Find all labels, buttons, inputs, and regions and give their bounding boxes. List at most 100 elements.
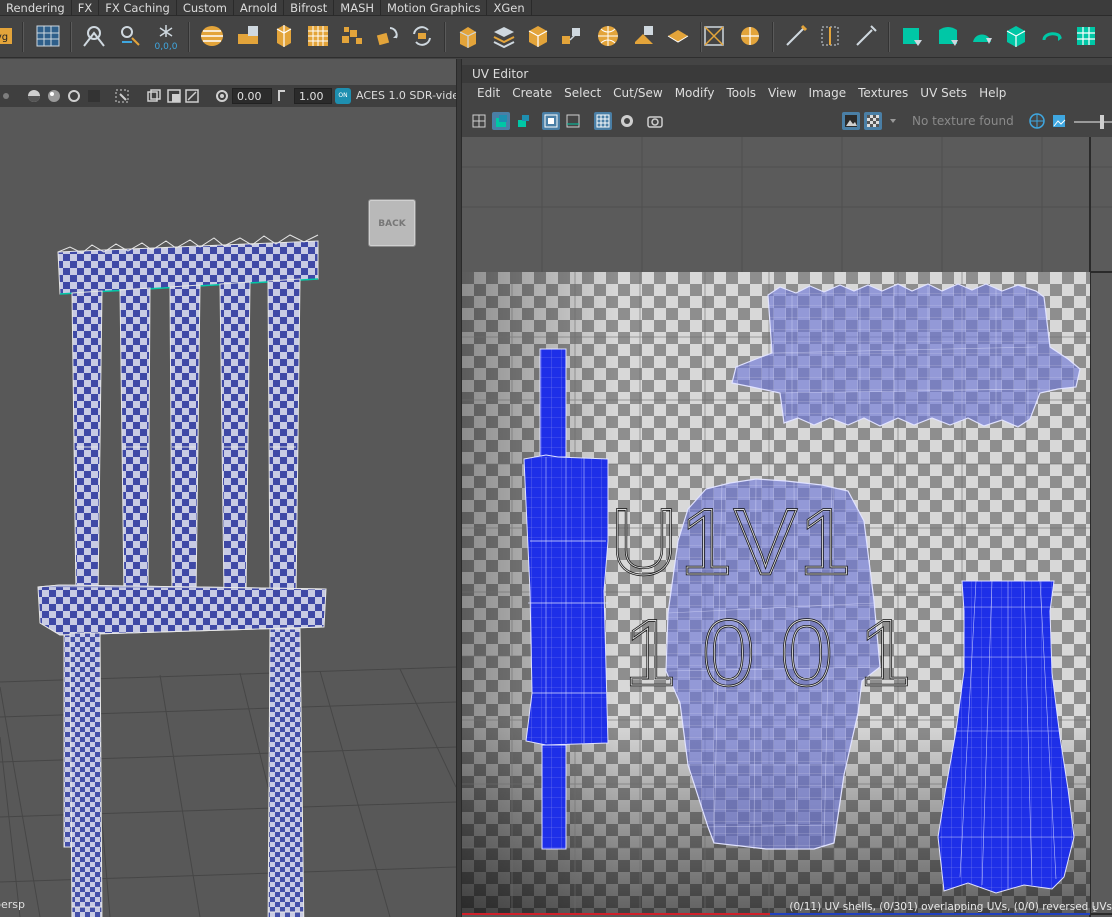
camera-icon[interactable]: [646, 112, 664, 130]
shelf-partial-icon[interactable]: vg: [0, 20, 18, 52]
menu-help[interactable]: Help: [973, 83, 1012, 103]
shelf-tab-custom[interactable]: Custom: [177, 0, 234, 16]
texture-borders-icon[interactable]: [542, 112, 560, 130]
xray-joints-icon[interactable]: [166, 88, 182, 104]
reset-transform-icon[interactable]: 0,0,0: [150, 20, 182, 52]
xray-icon[interactable]: [146, 88, 162, 104]
shelf-tab-bifrost[interactable]: Bifrost: [284, 0, 335, 16]
shaded-uvs-icon[interactable]: [492, 112, 510, 130]
snapshot-icon[interactable]: [564, 112, 582, 130]
slider-handle[interactable]: [1100, 115, 1104, 129]
menu-textures[interactable]: Textures: [852, 83, 914, 103]
checker-map-icon[interactable]: [594, 112, 612, 130]
camera-label: persp: [0, 898, 25, 911]
color-space-label[interactable]: ACES 1.0 SDR-video: [356, 88, 456, 104]
pixel-snap-icon[interactable]: [618, 112, 636, 130]
select-shortest-edge-icon[interactable]: [966, 20, 998, 52]
select-shell-icon[interactable]: [896, 20, 928, 52]
shelf-divider: [444, 22, 446, 52]
uv-editor-menubar: Edit Create Select Cut/Sew Modify Tools …: [462, 83, 1112, 103]
uv-snapshot-icon[interactable]: [698, 20, 730, 52]
uv-shell-top-rail[interactable]: [731, 283, 1081, 428]
shelf-divider: [188, 22, 190, 52]
seam-tool-icon[interactable]: [814, 20, 846, 52]
menu-create[interactable]: Create: [506, 83, 558, 103]
uv-grid-view[interactable]: U1V1 U1V1 1001 1001 1: [462, 137, 1112, 917]
cut-tool-icon[interactable]: [780, 20, 812, 52]
xray-active-icon[interactable]: [184, 88, 200, 104]
perspective-viewport[interactable]: 0.00 1.00 ON ACES 1.0 SDR-video BACK: [0, 59, 456, 917]
shadows-icon[interactable]: [86, 88, 102, 104]
viewport-toolbar: 0.00 1.00 ON ACES 1.0 SDR-video: [0, 85, 456, 107]
menu-tools[interactable]: Tools: [720, 83, 762, 103]
svg-text:0,0,0: 0,0,0: [155, 42, 178, 50]
sew-tool-icon[interactable]: [850, 20, 882, 52]
lights-icon[interactable]: [66, 88, 82, 104]
back-view-button[interactable]: BACK: [368, 199, 416, 247]
display-image-icon[interactable]: [842, 112, 860, 130]
sphere-map-icon[interactable]: [592, 20, 624, 52]
uv-editor-toolbar: No texture found: [462, 109, 1112, 133]
brightness-slider[interactable]: [1074, 115, 1112, 129]
layout-uvs-icon[interactable]: [336, 20, 368, 52]
shelf-overflow-icon[interactable]: [1100, 20, 1112, 52]
menu-modify[interactable]: Modify: [669, 83, 721, 103]
chevron-down-icon[interactable]: [888, 112, 898, 130]
loop-select-icon[interactable]: [1036, 20, 1068, 52]
isolate-select-icon[interactable]: [114, 88, 130, 104]
menu-image[interactable]: Image: [803, 83, 853, 103]
shelf-tab-motion-graphics[interactable]: Motion Graphics: [381, 0, 488, 16]
shelf-divider: [70, 22, 72, 52]
box-icon[interactable]: [522, 20, 554, 52]
svg-text:vg: vg: [0, 32, 8, 43]
checkerboard-icon[interactable]: [864, 112, 882, 130]
arrange-shells-icon[interactable]: [556, 20, 588, 52]
checker-select-icon[interactable]: [1070, 20, 1102, 52]
menu-uv-sets[interactable]: UV Sets: [914, 83, 973, 103]
uv-canvas[interactable]: U1V1 U1V1 1001 1001 1 (0/11) UV shells, …: [462, 137, 1112, 917]
shelf-tab-mash[interactable]: MASH: [334, 0, 382, 16]
image-brightness-icon[interactable]: [1050, 112, 1068, 130]
uv-editor-panel: UV Editor Edit Create Select Cut/Sew Mod…: [462, 59, 1112, 917]
uv-status-bar: (0/11) UV shells, (0/301) overlapping UV…: [789, 901, 1112, 913]
smooth-shade-icon[interactable]: [26, 88, 42, 104]
unfold-uvs-icon[interactable]: [406, 20, 438, 52]
distortion-icon[interactable]: [514, 112, 532, 130]
shelf-icon-row: vg 0,0,0: [0, 16, 1112, 58]
globe-settings-icon[interactable]: [1028, 112, 1046, 130]
menu-select[interactable]: Select: [558, 83, 607, 103]
flatten-shell-icon[interactable]: [662, 20, 694, 52]
rotate-uvs-icon[interactable]: [372, 20, 404, 52]
gamma-icon[interactable]: [276, 88, 292, 104]
select-border-icon[interactable]: [932, 20, 964, 52]
freeze-transform-icon[interactable]: [114, 20, 146, 52]
shelf-tab-rendering[interactable]: Rendering: [0, 0, 72, 16]
gamma-field[interactable]: 1.00: [294, 88, 332, 104]
cylindrical-map-icon[interactable]: [268, 20, 300, 52]
shelf-divider: [772, 22, 774, 52]
cube-shell-icon[interactable]: [452, 20, 484, 52]
exposure-icon[interactable]: [214, 88, 230, 104]
polygon-sphere-icon[interactable]: [196, 20, 228, 52]
menu-cut-sew[interactable]: Cut/Sew: [607, 83, 669, 103]
globe-grid-icon[interactable]: [734, 20, 766, 52]
wireframe-icon[interactable]: [2, 88, 18, 104]
select-cube-icon[interactable]: [1000, 20, 1032, 52]
menu-edit[interactable]: Edit: [471, 83, 506, 103]
pivot-icon[interactable]: [78, 20, 110, 52]
planar-map-icon[interactable]: [232, 20, 264, 52]
uv-grid-icon[interactable]: [32, 20, 64, 52]
shelf-tab-arnold[interactable]: Arnold: [234, 0, 285, 16]
align-shells-icon[interactable]: [628, 20, 660, 52]
tile-label-u1v1-inner: U1V1: [610, 489, 853, 594]
color-management-toggle[interactable]: ON: [335, 88, 351, 104]
shelf-tab-fx[interactable]: FX: [72, 0, 100, 16]
stack-shells-icon[interactable]: [488, 20, 520, 52]
shelf-tab-xgen[interactable]: XGen: [487, 0, 532, 16]
textured-icon[interactable]: [46, 88, 62, 104]
shelf-tab-fx-caching[interactable]: FX Caching: [99, 0, 177, 16]
exposure-field[interactable]: 0.00: [232, 88, 272, 104]
grid-toggle-icon[interactable]: [470, 112, 488, 130]
checker-grid-icon[interactable]: [302, 20, 334, 52]
menu-view[interactable]: View: [762, 83, 802, 103]
